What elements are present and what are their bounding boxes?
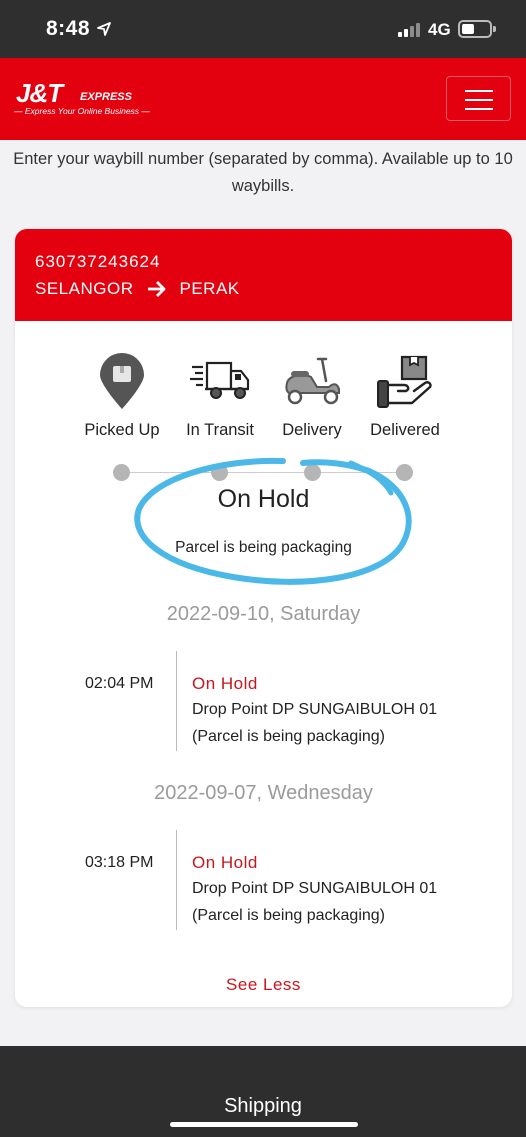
route-origin: SELANGOR xyxy=(35,279,134,298)
scooter-icon xyxy=(285,357,340,405)
event-note: (Parcel is being packaging) xyxy=(192,907,385,924)
hand-box-icon xyxy=(377,355,432,408)
event-status: On Hold xyxy=(192,853,258,872)
timeline-line xyxy=(176,830,177,930)
tracking-card-header: 630737243624 SELANGOR PERAK xyxy=(15,229,512,321)
event-location: Drop Point DP SUNGAIBULOH 01 xyxy=(192,880,438,897)
home-indicator[interactable] xyxy=(170,1122,358,1127)
stage-label: Picked Up xyxy=(84,421,160,439)
event-status: On Hold xyxy=(192,674,258,693)
event-note: (Parcel is being packaging) xyxy=(192,728,385,745)
stage-delivered: Delivered xyxy=(350,353,460,440)
history-date: 2022-09-07, Wednesday xyxy=(154,782,373,804)
signal-icon xyxy=(398,22,420,37)
current-status-description: Parcel is being packaging xyxy=(175,539,352,556)
stage-picked-up: Picked Up xyxy=(67,353,177,440)
stage-label: Delivered xyxy=(370,421,440,439)
arrow-right-icon xyxy=(148,281,166,297)
route: SELANGOR PERAK xyxy=(35,279,240,299)
logo-tagline: — Express Your Online Business — xyxy=(14,106,150,116)
timeline-line xyxy=(176,651,177,751)
pin-box-icon xyxy=(100,353,144,409)
current-status-title: On Hold xyxy=(217,485,310,513)
route-destination: PERAK xyxy=(179,279,240,298)
tracking-card: 630737243624 SELANGOR PERAK Picked Up In… xyxy=(15,229,512,1007)
logo-sub-text: EXPRESS xyxy=(80,91,132,103)
see-less-link[interactable]: See Less xyxy=(15,975,512,995)
progress-dot xyxy=(304,464,321,481)
hamburger-icon xyxy=(465,90,493,92)
progress-track xyxy=(121,472,405,473)
battery-icon xyxy=(458,20,496,38)
progress-dot xyxy=(211,464,228,481)
event-time: 03:18 PM xyxy=(85,854,154,871)
logo-main-text: J&T xyxy=(16,78,63,108)
status-bar: 8:48 4G xyxy=(0,0,526,58)
footer-shipping-link[interactable]: Shipping xyxy=(0,1095,526,1118)
progress-dot xyxy=(113,464,130,481)
clock: 8:48 xyxy=(46,17,91,40)
waybill-number: 630737243624 xyxy=(35,252,161,271)
site-header: J&T EXPRESS — Express Your Online Busine… xyxy=(0,58,526,140)
footer: Shipping xyxy=(0,1046,526,1137)
network-type: 4G xyxy=(428,20,451,39)
waybill-instructions: Enter your waybill number (separated by … xyxy=(13,150,513,195)
event-time: 02:04 PM xyxy=(85,675,154,692)
progress-dot xyxy=(396,464,413,481)
location-arrow-icon xyxy=(97,22,111,36)
truck-icon xyxy=(190,361,250,399)
hamburger-menu-button[interactable] xyxy=(446,76,511,121)
hand-drawn-highlight-circle xyxy=(134,457,412,585)
event-location: Drop Point DP SUNGAIBULOH 01 xyxy=(192,701,438,718)
history-date: 2022-09-10, Saturday xyxy=(166,603,361,625)
